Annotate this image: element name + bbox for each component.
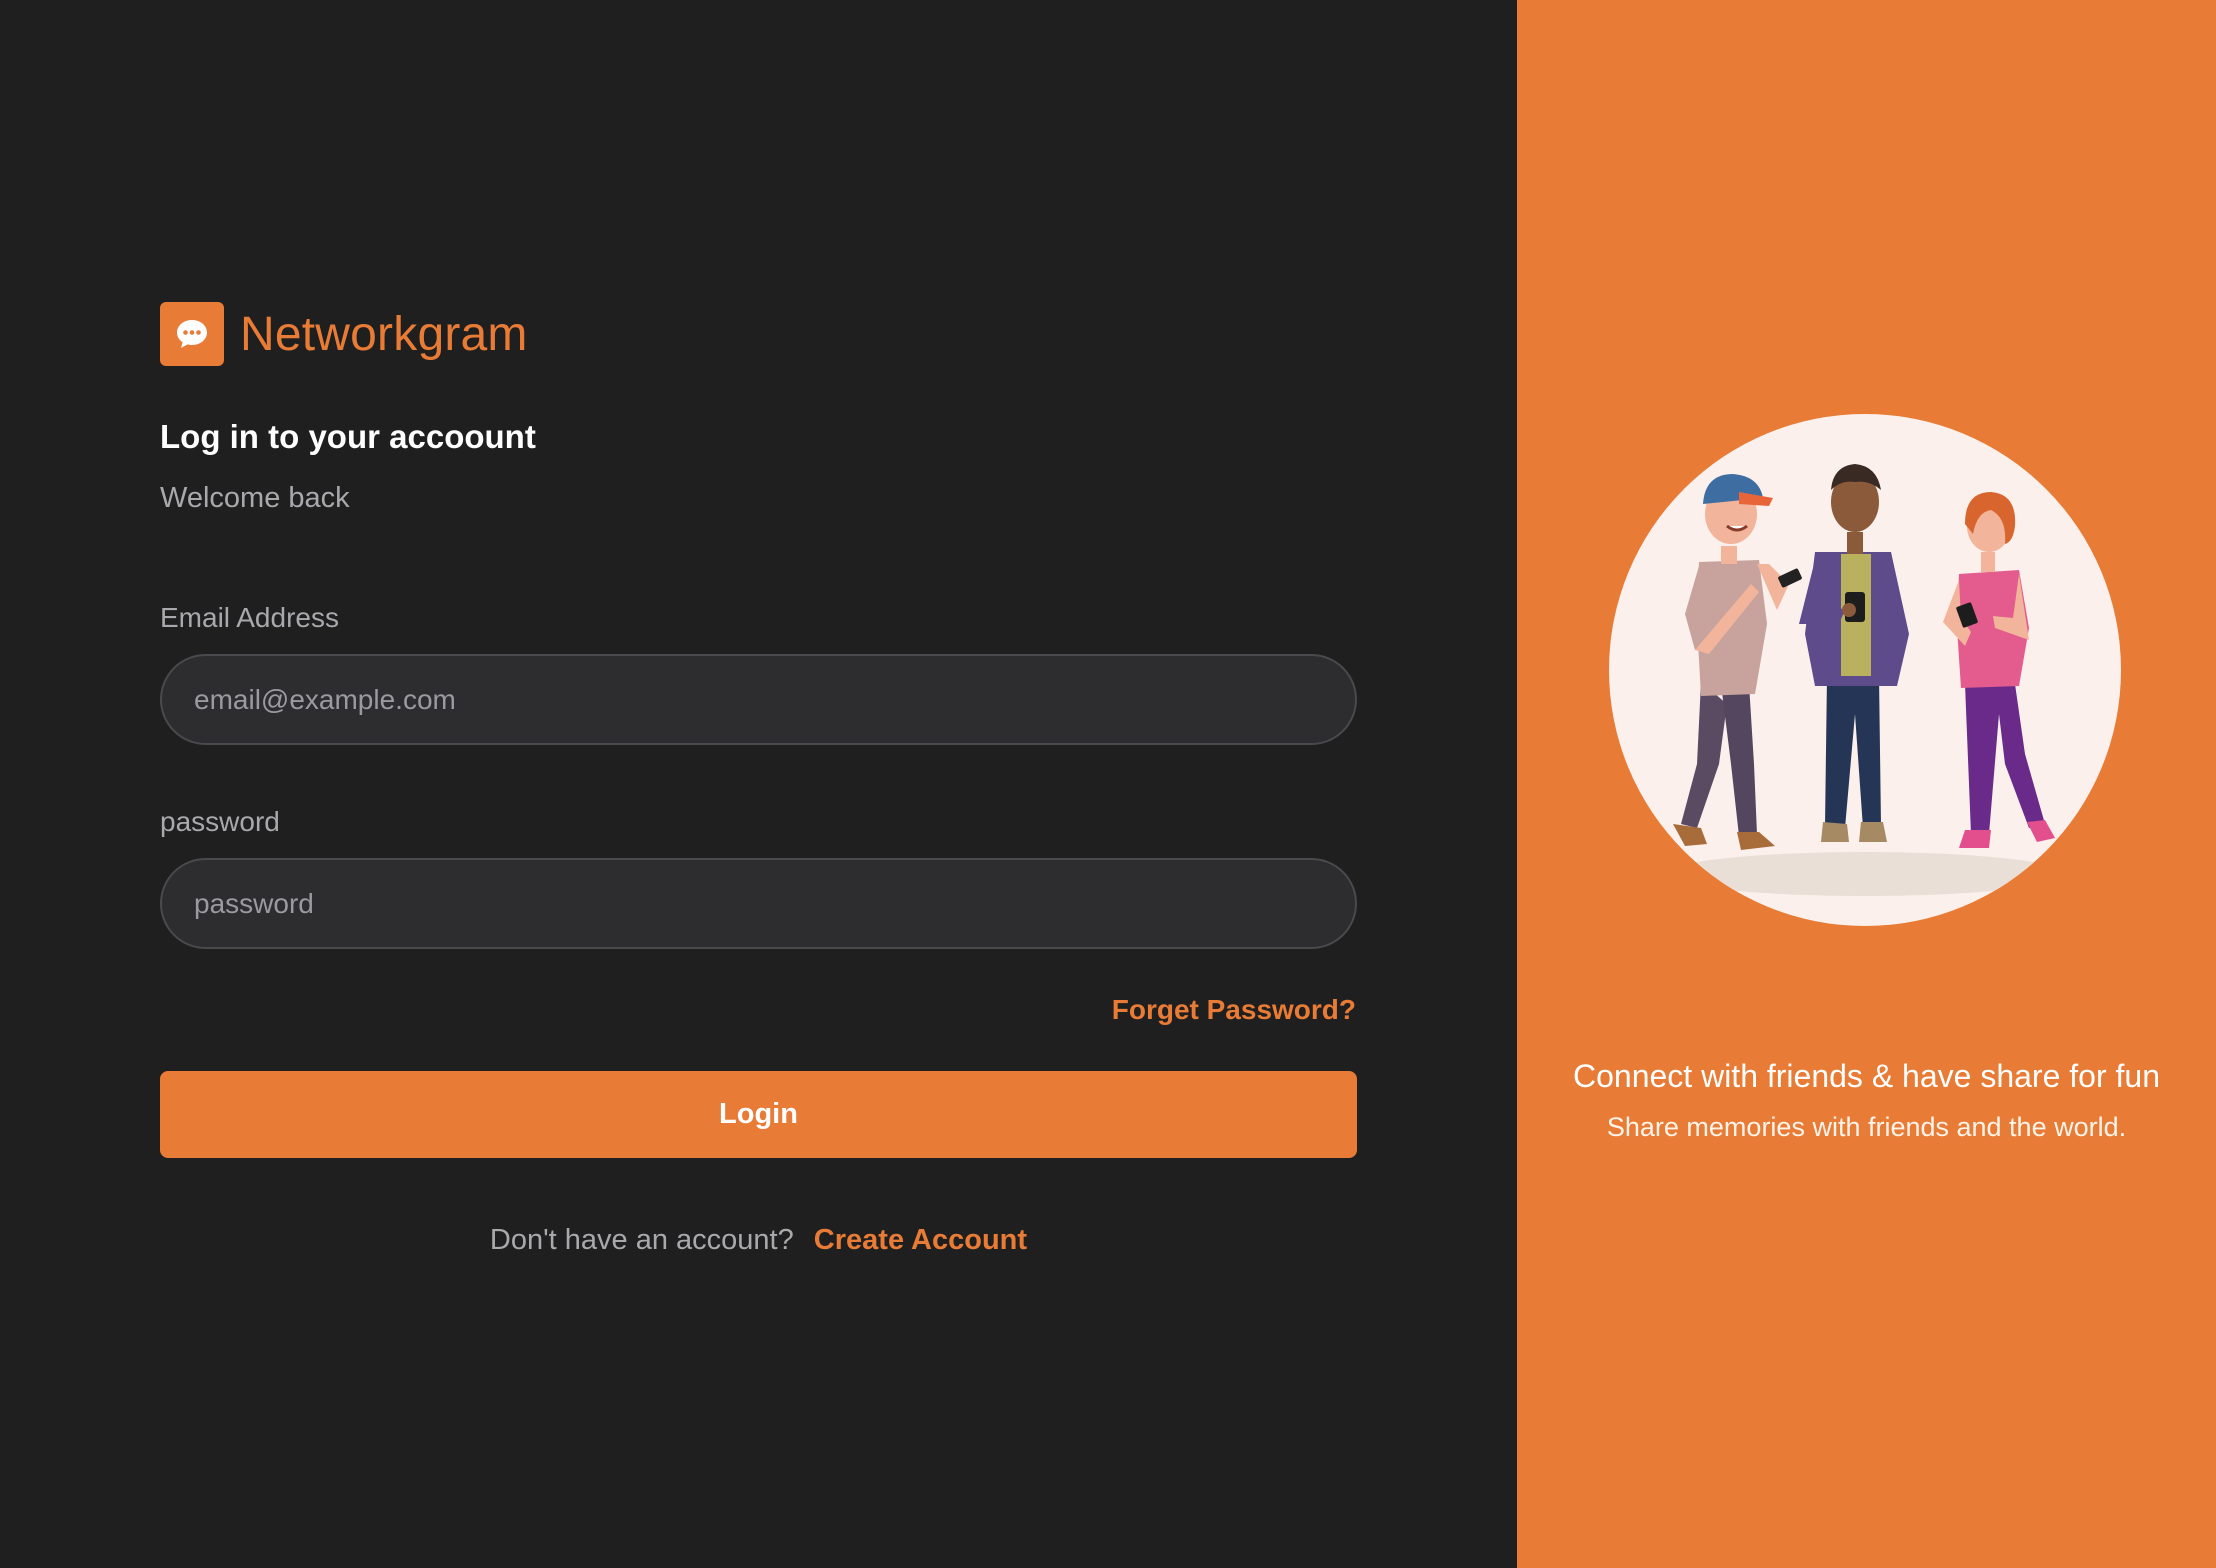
email-field[interactable] (162, 656, 1355, 743)
email-field-wrapper (160, 654, 1357, 745)
person-right (1943, 492, 2055, 848)
login-button[interactable]: Login (160, 1071, 1357, 1158)
chat-bubble-icon (160, 302, 224, 366)
no-account-text: Don't have an account? (489, 1224, 794, 1256)
promo-subtagline: Share memories with friends and the worl… (1606, 1112, 2127, 1142)
page-title: Log in to your accoount (160, 418, 536, 455)
email-label: Email Address (160, 602, 339, 633)
create-account-link[interactable]: Create Account (814, 1224, 1027, 1256)
forgot-password-link[interactable]: Forget Password? (1112, 994, 1356, 1026)
password-field-wrapper (160, 858, 1357, 949)
three-friends-with-phones-illustration (1609, 414, 2121, 926)
page-subtitle: Welcome back (160, 482, 350, 514)
promo-panel: Connect with friends & have share for fu… (1517, 0, 2216, 1568)
signup-prompt: Don't have an account? Create Account (160, 1224, 1357, 1257)
password-field[interactable] (162, 860, 1355, 947)
promo-tagline: Connect with friends & have share for fu… (1573, 1058, 2160, 1094)
password-label: password (160, 806, 280, 837)
login-panel: Networkgram Log in to your accoount Welc… (0, 0, 1517, 1568)
brand-name: Networkgram (240, 307, 528, 361)
login-page: Networkgram Log in to your accoount Welc… (0, 0, 2216, 1568)
person-left (1673, 474, 1802, 850)
person-middle (1799, 464, 1909, 842)
brand: Networkgram (160, 302, 528, 366)
